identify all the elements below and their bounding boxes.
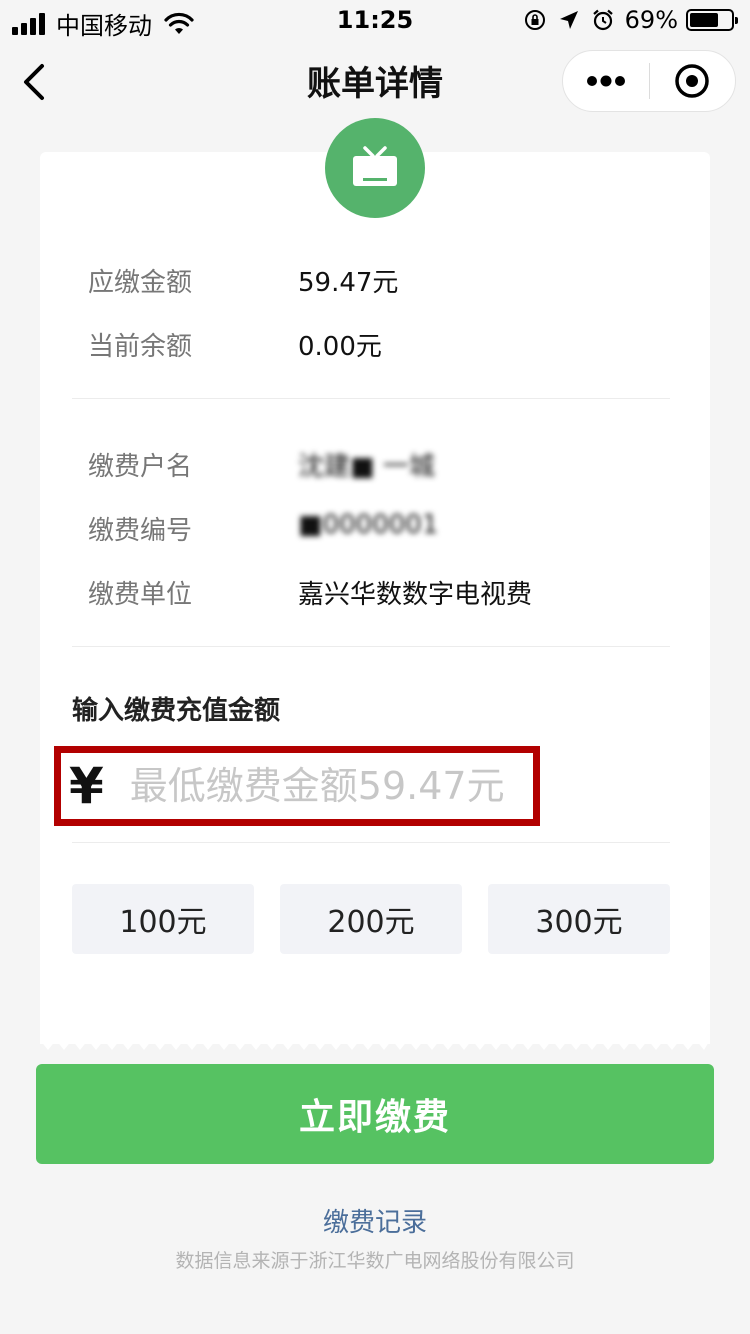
account-name-label: 缴费户名 [88, 452, 193, 482]
billing-unit-label: 缴费单位 [88, 580, 193, 610]
alarm-icon [592, 9, 613, 31]
due-amount-value: 59.47元 [298, 268, 399, 298]
tv-service-badge [325, 118, 425, 218]
due-amount-label: 应缴金额 [88, 268, 193, 298]
account-number-label: 缴费编号 [88, 516, 193, 546]
quick-amount-100-button[interactable]: 100元 [72, 884, 254, 954]
amount-input-box: ¥ [54, 746, 540, 826]
location-icon [559, 11, 578, 29]
status-bar: 中国移动 11:25 69% [0, 0, 750, 40]
data-source-note: 数据信息来源于浙江华数广电网络股份有限公司 [175, 1250, 575, 1272]
balance-value: 0.00元 [298, 332, 382, 362]
mini-program-capsule [562, 50, 736, 112]
quick-amount-300-button[interactable]: 300元 [488, 884, 670, 954]
billing-unit-row: 缴费单位 嘉兴华数数字电视费 [88, 574, 532, 611]
battery-icon [686, 9, 738, 31]
account-name-value: 沈建■ 一城 [298, 452, 435, 482]
battery-percent: 69% [624, 6, 678, 34]
orientation-lock-icon [524, 10, 545, 30]
divider [72, 842, 670, 843]
nav-bar: 账单详情 [0, 40, 750, 124]
card-zigzag-edge [40, 1040, 710, 1050]
account-number-row: 缴费编号 ■0000001 [88, 510, 438, 547]
pay-now-button[interactable]: 立即缴费 [36, 1064, 714, 1164]
more-dots-icon [586, 75, 625, 87]
payment-records-link[interactable]: 缴费记录 [0, 1202, 750, 1239]
balance-row: 当前余额 0.00元 [88, 326, 382, 363]
target-close-icon [675, 64, 709, 98]
currency-symbol: ¥ [69, 757, 104, 815]
close-mini-program-button[interactable] [650, 51, 736, 111]
account-number-value: ■0000001 [298, 510, 439, 540]
balance-label: 当前余额 [88, 332, 193, 362]
tv-icon [353, 146, 397, 186]
due-amount-row: 应缴金额 59.47元 [88, 262, 398, 299]
recharge-section-title: 输入缴费充值金额 [72, 696, 281, 726]
divider [72, 398, 670, 399]
billing-unit-value: 嘉兴华数数字电视费 [298, 580, 533, 610]
amount-input[interactable] [129, 764, 520, 808]
account-name-row: 缴费户名 沈建■ 一城 [88, 446, 435, 483]
quick-amount-200-button[interactable]: 200元 [280, 884, 462, 954]
more-button[interactable] [563, 51, 649, 111]
divider [72, 646, 670, 647]
